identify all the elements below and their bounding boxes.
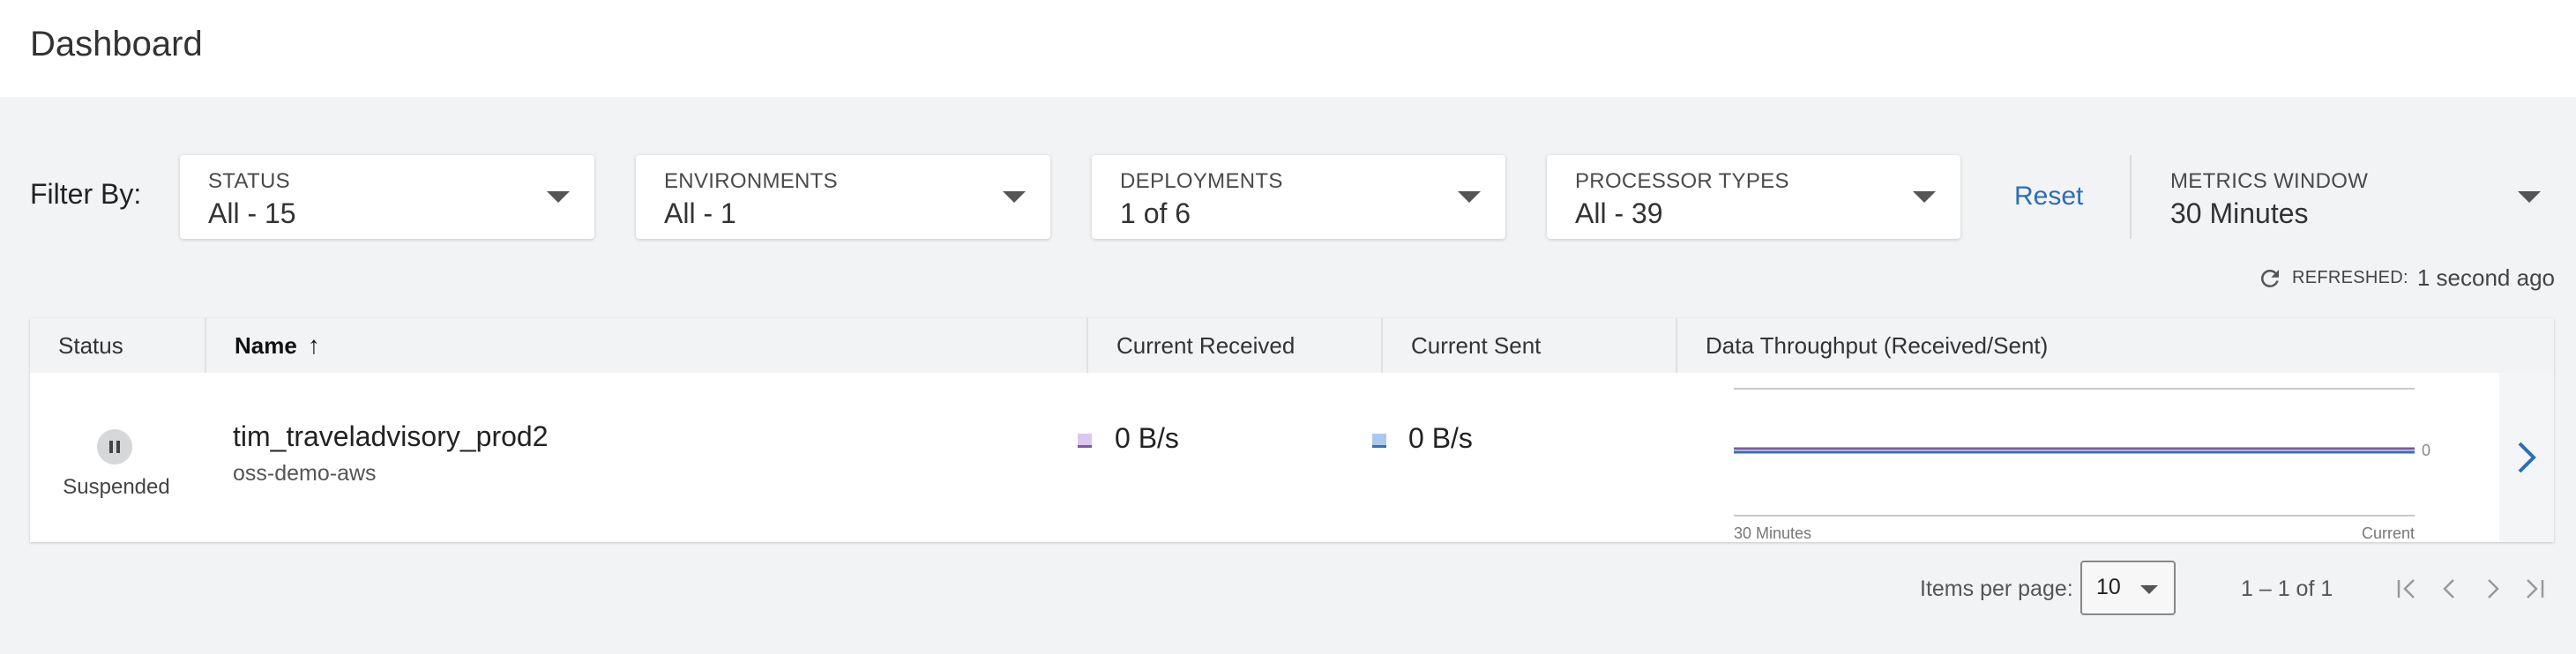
environments-filter-caption: ENVIRONMENTS — [664, 169, 838, 193]
refresh-value: 1 second ago — [2416, 264, 2555, 291]
filter-label: Filter By: — [30, 178, 142, 210]
pagination-range: 1 – 1 of 1 — [2241, 576, 2333, 601]
column-header-name[interactable]: Name ↑ — [205, 318, 1086, 373]
last-page-icon[interactable] — [2520, 575, 2549, 603]
column-header-label: Name — [235, 332, 297, 359]
chevron-down-icon — [1913, 191, 1936, 203]
column-header-current-received[interactable]: Current Received — [1086, 318, 1381, 373]
sort-ascending-icon: ↑ — [307, 331, 320, 359]
status-text: Suspended — [63, 475, 170, 499]
processor-types-filter-select[interactable]: PROCESSOR TYPES All - 39 — [1547, 155, 1960, 239]
processor-types-filter-caption: PROCESSOR TYPES — [1575, 169, 1789, 193]
items-per-page-select[interactable]: 10 — [2080, 561, 2176, 615]
table-row[interactable]: Suspended tim_traveladvisory_prod2 oss-d… — [30, 373, 2554, 542]
sparkline-y-label: 0 — [2422, 442, 2430, 459]
previous-page-icon[interactable] — [2436, 575, 2464, 603]
page-title: Dashboard — [30, 25, 203, 63]
deployments-table: Status Name ↑ Current Received Current Se… — [30, 318, 2554, 542]
next-page-icon[interactable] — [2478, 575, 2506, 603]
chevron-down-icon — [1003, 191, 1026, 203]
items-per-page-label: Items per page: — [1920, 576, 2073, 601]
items-per-page-value: 10 — [2096, 575, 2121, 599]
column-header-label: Current Received — [1116, 332, 1295, 359]
status-filter-caption: STATUS — [208, 169, 290, 193]
refresh-icon[interactable] — [2257, 265, 2283, 292]
column-header-data-throughput[interactable]: Data Throughput (Received/Sent) — [1676, 318, 2554, 373]
reset-button[interactable]: Reset — [2014, 182, 2083, 212]
status-filter-value: All - 15 — [208, 197, 296, 229]
status-filter-select[interactable]: STATUS All - 15 — [180, 155, 594, 239]
chevron-down-icon — [1458, 191, 1481, 203]
metrics-window-select[interactable]: METRICS WINDOW 30 Minutes — [2132, 155, 2555, 239]
column-header-current-sent[interactable]: Current Sent — [1381, 318, 1676, 373]
deployments-filter-select[interactable]: DEPLOYMENTS 1 of 6 — [1092, 155, 1505, 239]
chevron-down-icon — [2518, 191, 2541, 203]
sent-legend-swatch — [1372, 434, 1386, 448]
refresh-label: REFRESHED: — [2291, 268, 2408, 287]
column-header-label: Current Sent — [1411, 332, 1542, 359]
chevron-down-icon — [2140, 585, 2158, 594]
deployment-environment: oss-demo-aws — [233, 461, 377, 486]
deployments-filter-value: 1 of 6 — [1120, 197, 1191, 229]
environments-filter-value: All - 1 — [664, 197, 736, 229]
row-details-button[interactable] — [2499, 373, 2554, 542]
column-header-label: Status — [58, 332, 123, 359]
sparkline-x-end-label: Current — [2362, 524, 2415, 542]
throughput-sparkline: 0 30 Minutes Current — [1734, 388, 2430, 542]
current-received-value: 0 B/s — [1115, 422, 1179, 454]
deployment-name: tim_traveladvisory_prod2 — [233, 420, 549, 452]
refresh-status: REFRESHED: 1 second ago — [2257, 264, 2555, 292]
processor-types-filter-value: All - 39 — [1575, 197, 1663, 229]
chevron-right-icon — [2518, 442, 2536, 473]
top-bar: Dashboard — [0, 0, 2576, 97]
pause-icon — [97, 429, 132, 464]
column-header-label: Data Throughput (Received/Sent) — [1706, 332, 2049, 359]
metrics-window-value: 30 Minutes — [2170, 197, 2309, 229]
chevron-down-icon — [547, 191, 570, 203]
column-header-status[interactable]: Status — [30, 318, 205, 373]
environments-filter-select[interactable]: ENVIRONMENTS All - 1 — [636, 155, 1050, 239]
table-header: Status Name ↑ Current Received Current Se… — [30, 318, 2554, 374]
received-legend-swatch — [1078, 434, 1092, 448]
metrics-window-caption: METRICS WINDOW — [2170, 169, 2369, 193]
deployments-filter-caption: DEPLOYMENTS — [1120, 169, 1283, 193]
current-sent-value: 0 B/s — [1408, 422, 1473, 454]
sparkline-x-start-label: 30 Minutes — [1734, 524, 1811, 542]
first-page-icon[interactable] — [2393, 575, 2421, 603]
pagination: Items per page: 10 1 – 1 of 1 — [0, 561, 2576, 617]
